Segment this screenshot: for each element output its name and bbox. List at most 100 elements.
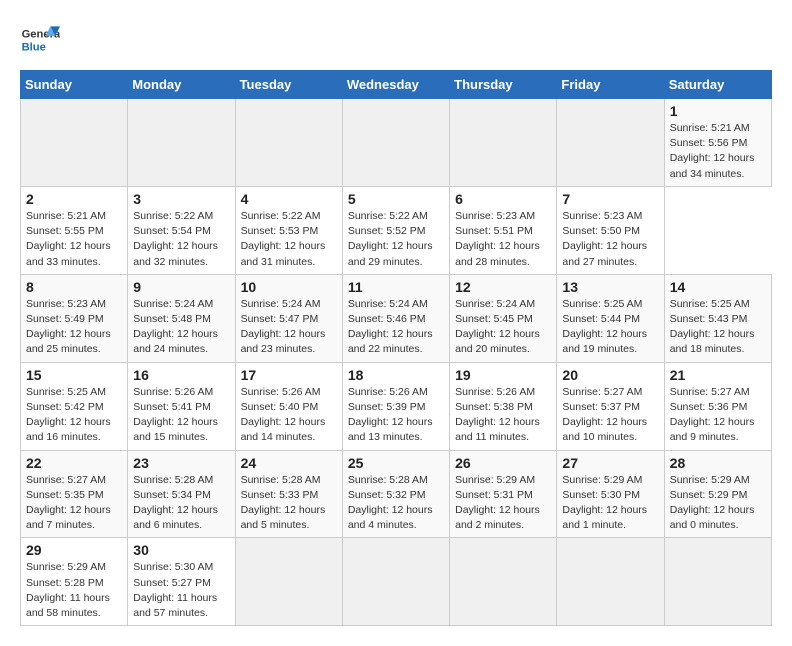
- calendar-cell: 4 Sunrise: 5:22 AM Sunset: 5:53 PM Dayli…: [235, 186, 342, 274]
- day-number: 28: [670, 455, 766, 471]
- day-number: 3: [133, 191, 229, 207]
- calendar-cell: [128, 99, 235, 187]
- day-number: 25: [348, 455, 444, 471]
- calendar-cell: [664, 538, 771, 626]
- day-number: 16: [133, 367, 229, 383]
- day-number: 2: [26, 191, 122, 207]
- day-number: 1: [670, 103, 766, 119]
- day-info: Sunrise: 5:24 AM Sunset: 5:47 PM Dayligh…: [241, 297, 337, 358]
- day-number: 8: [26, 279, 122, 295]
- day-number: 24: [241, 455, 337, 471]
- logo-icon: General Blue: [20, 20, 60, 60]
- calendar-cell: 12 Sunrise: 5:24 AM Sunset: 5:45 PM Dayl…: [450, 274, 557, 362]
- day-info: Sunrise: 5:29 AM Sunset: 5:28 PM Dayligh…: [26, 560, 122, 621]
- calendar-cell: [557, 538, 664, 626]
- day-number: 10: [241, 279, 337, 295]
- calendar-cell: 26 Sunrise: 5:29 AM Sunset: 5:31 PM Dayl…: [450, 450, 557, 538]
- day-number: 4: [241, 191, 337, 207]
- calendar-cell: [557, 99, 664, 187]
- day-number: 27: [562, 455, 658, 471]
- calendar-cell: 17 Sunrise: 5:26 AM Sunset: 5:40 PM Dayl…: [235, 362, 342, 450]
- calendar-cell: 18 Sunrise: 5:26 AM Sunset: 5:39 PM Dayl…: [342, 362, 449, 450]
- day-number: 7: [562, 191, 658, 207]
- day-number: 15: [26, 367, 122, 383]
- col-header-wednesday: Wednesday: [342, 71, 449, 99]
- calendar-cell: 23 Sunrise: 5:28 AM Sunset: 5:34 PM Dayl…: [128, 450, 235, 538]
- col-header-saturday: Saturday: [664, 71, 771, 99]
- day-info: Sunrise: 5:25 AM Sunset: 5:44 PM Dayligh…: [562, 297, 658, 358]
- day-info: Sunrise: 5:26 AM Sunset: 5:39 PM Dayligh…: [348, 385, 444, 446]
- calendar-cell: 19 Sunrise: 5:26 AM Sunset: 5:38 PM Dayl…: [450, 362, 557, 450]
- day-info: Sunrise: 5:27 AM Sunset: 5:36 PM Dayligh…: [670, 385, 766, 446]
- calendar-cell: 16 Sunrise: 5:26 AM Sunset: 5:41 PM Dayl…: [128, 362, 235, 450]
- day-info: Sunrise: 5:30 AM Sunset: 5:27 PM Dayligh…: [133, 560, 229, 621]
- day-info: Sunrise: 5:23 AM Sunset: 5:50 PM Dayligh…: [562, 209, 658, 270]
- calendar-cell: 27 Sunrise: 5:29 AM Sunset: 5:30 PM Dayl…: [557, 450, 664, 538]
- calendar-table: SundayMondayTuesdayWednesdayThursdayFrid…: [20, 70, 772, 626]
- day-number: 9: [133, 279, 229, 295]
- calendar-cell: 6 Sunrise: 5:23 AM Sunset: 5:51 PM Dayli…: [450, 186, 557, 274]
- calendar-cell: 14 Sunrise: 5:25 AM Sunset: 5:43 PM Dayl…: [664, 274, 771, 362]
- day-number: 14: [670, 279, 766, 295]
- day-info: Sunrise: 5:26 AM Sunset: 5:41 PM Dayligh…: [133, 385, 229, 446]
- day-info: Sunrise: 5:24 AM Sunset: 5:46 PM Dayligh…: [348, 297, 444, 358]
- calendar-cell: 2 Sunrise: 5:21 AM Sunset: 5:55 PM Dayli…: [21, 186, 128, 274]
- day-number: 17: [241, 367, 337, 383]
- day-info: Sunrise: 5:24 AM Sunset: 5:45 PM Dayligh…: [455, 297, 551, 358]
- day-info: Sunrise: 5:28 AM Sunset: 5:33 PM Dayligh…: [241, 473, 337, 534]
- day-info: Sunrise: 5:22 AM Sunset: 5:52 PM Dayligh…: [348, 209, 444, 270]
- calendar-cell: 11 Sunrise: 5:24 AM Sunset: 5:46 PM Dayl…: [342, 274, 449, 362]
- calendar-cell: 8 Sunrise: 5:23 AM Sunset: 5:49 PM Dayli…: [21, 274, 128, 362]
- calendar-cell: [450, 538, 557, 626]
- calendar-cell: 13 Sunrise: 5:25 AM Sunset: 5:44 PM Dayl…: [557, 274, 664, 362]
- calendar-cell: [450, 99, 557, 187]
- day-number: 21: [670, 367, 766, 383]
- day-info: Sunrise: 5:21 AM Sunset: 5:56 PM Dayligh…: [670, 121, 766, 182]
- day-info: Sunrise: 5:24 AM Sunset: 5:48 PM Dayligh…: [133, 297, 229, 358]
- calendar-cell: 20 Sunrise: 5:27 AM Sunset: 5:37 PM Dayl…: [557, 362, 664, 450]
- day-info: Sunrise: 5:22 AM Sunset: 5:54 PM Dayligh…: [133, 209, 229, 270]
- calendar-cell: 9 Sunrise: 5:24 AM Sunset: 5:48 PM Dayli…: [128, 274, 235, 362]
- calendar-cell: [235, 538, 342, 626]
- day-info: Sunrise: 5:26 AM Sunset: 5:38 PM Dayligh…: [455, 385, 551, 446]
- svg-text:Blue: Blue: [22, 41, 46, 53]
- day-number: 6: [455, 191, 551, 207]
- day-info: Sunrise: 5:26 AM Sunset: 5:40 PM Dayligh…: [241, 385, 337, 446]
- day-info: Sunrise: 5:23 AM Sunset: 5:51 PM Dayligh…: [455, 209, 551, 270]
- page-header: General Blue: [20, 20, 772, 60]
- logo: General Blue: [20, 20, 64, 60]
- day-number: 19: [455, 367, 551, 383]
- calendar-cell: 28 Sunrise: 5:29 AM Sunset: 5:29 PM Dayl…: [664, 450, 771, 538]
- day-info: Sunrise: 5:23 AM Sunset: 5:49 PM Dayligh…: [26, 297, 122, 358]
- day-number: 23: [133, 455, 229, 471]
- day-info: Sunrise: 5:25 AM Sunset: 5:43 PM Dayligh…: [670, 297, 766, 358]
- day-info: Sunrise: 5:28 AM Sunset: 5:32 PM Dayligh…: [348, 473, 444, 534]
- calendar-cell: [342, 99, 449, 187]
- day-info: Sunrise: 5:22 AM Sunset: 5:53 PM Dayligh…: [241, 209, 337, 270]
- calendar-cell: 15 Sunrise: 5:25 AM Sunset: 5:42 PM Dayl…: [21, 362, 128, 450]
- calendar-cell: 21 Sunrise: 5:27 AM Sunset: 5:36 PM Dayl…: [664, 362, 771, 450]
- day-info: Sunrise: 5:27 AM Sunset: 5:37 PM Dayligh…: [562, 385, 658, 446]
- calendar-cell: 30 Sunrise: 5:30 AM Sunset: 5:27 PM Dayl…: [128, 538, 235, 626]
- calendar-cell: 24 Sunrise: 5:28 AM Sunset: 5:33 PM Dayl…: [235, 450, 342, 538]
- day-number: 30: [133, 542, 229, 558]
- calendar-cell: 1 Sunrise: 5:21 AM Sunset: 5:56 PM Dayli…: [664, 99, 771, 187]
- day-number: 29: [26, 542, 122, 558]
- calendar-cell: [21, 99, 128, 187]
- day-info: Sunrise: 5:28 AM Sunset: 5:34 PM Dayligh…: [133, 473, 229, 534]
- col-header-sunday: Sunday: [21, 71, 128, 99]
- calendar-cell: 25 Sunrise: 5:28 AM Sunset: 5:32 PM Dayl…: [342, 450, 449, 538]
- calendar-cell: 22 Sunrise: 5:27 AM Sunset: 5:35 PM Dayl…: [21, 450, 128, 538]
- col-header-friday: Friday: [557, 71, 664, 99]
- day-info: Sunrise: 5:27 AM Sunset: 5:35 PM Dayligh…: [26, 473, 122, 534]
- day-number: 22: [26, 455, 122, 471]
- day-info: Sunrise: 5:29 AM Sunset: 5:29 PM Dayligh…: [670, 473, 766, 534]
- calendar-cell: [342, 538, 449, 626]
- calendar-cell: 3 Sunrise: 5:22 AM Sunset: 5:54 PM Dayli…: [128, 186, 235, 274]
- day-number: 12: [455, 279, 551, 295]
- col-header-monday: Monday: [128, 71, 235, 99]
- day-number: 5: [348, 191, 444, 207]
- calendar-cell: [235, 99, 342, 187]
- day-info: Sunrise: 5:25 AM Sunset: 5:42 PM Dayligh…: [26, 385, 122, 446]
- calendar-cell: 29 Sunrise: 5:29 AM Sunset: 5:28 PM Dayl…: [21, 538, 128, 626]
